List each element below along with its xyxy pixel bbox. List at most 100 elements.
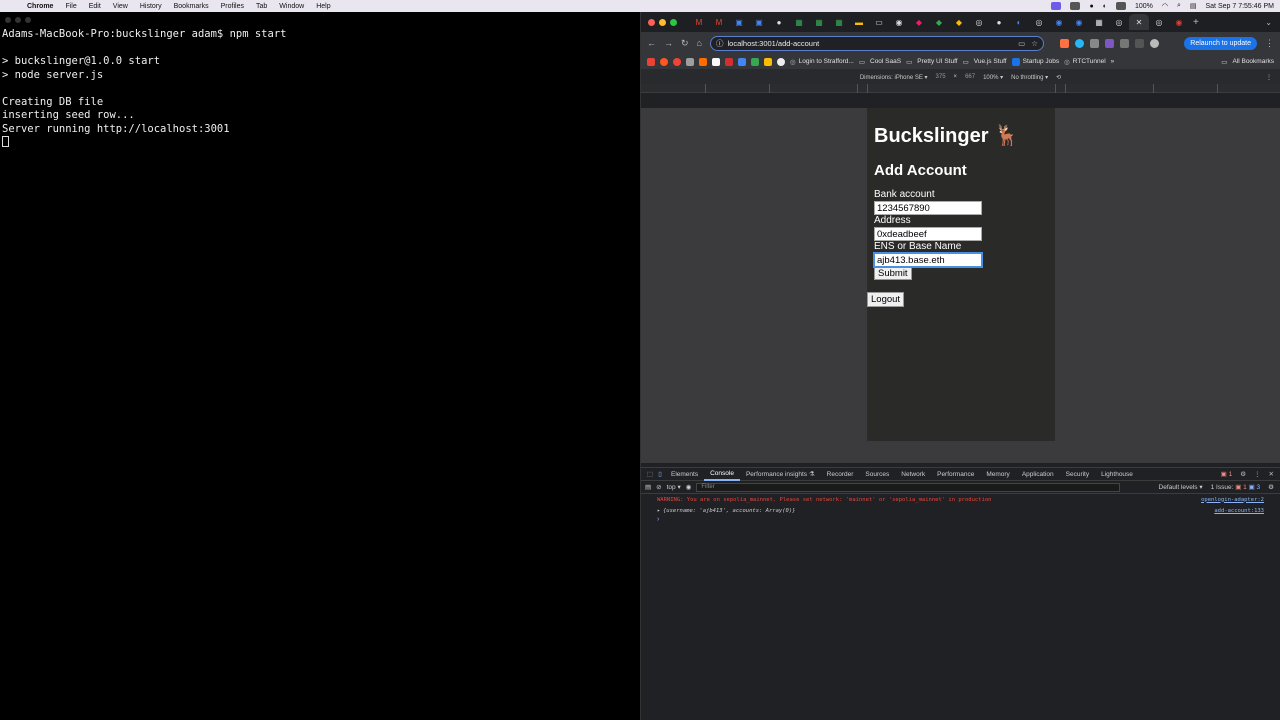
- tab-sources[interactable]: Sources: [859, 468, 895, 481]
- menu-tab[interactable]: Tab: [250, 3, 273, 10]
- site-info-icon[interactable]: ⓘ: [716, 38, 724, 49]
- wifi-icon[interactable]: ◠: [1162, 2, 1168, 10]
- chevron-down-icon[interactable]: ⌄: [1265, 18, 1280, 27]
- tab-sheets[interactable]: ▦: [789, 14, 809, 30]
- tab-calendar[interactable]: ▣: [729, 14, 749, 30]
- tab-generic[interactable]: ◐: [1009, 14, 1029, 30]
- extension-icon[interactable]: [1089, 38, 1099, 48]
- menu-bookmarks[interactable]: Bookmarks: [168, 3, 215, 10]
- tab-github[interactable]: ◎: [969, 14, 989, 30]
- tab-memory[interactable]: Memory: [980, 468, 1015, 481]
- puzzle-icon[interactable]: [1119, 38, 1129, 48]
- new-tab-button[interactable]: +: [1193, 17, 1199, 28]
- tab-gmail[interactable]: M: [689, 14, 709, 30]
- console-source-link[interactable]: add-account:133: [1214, 508, 1264, 514]
- device-height[interactable]: 667: [965, 74, 975, 80]
- bookmark-icon[interactable]: [686, 57, 694, 66]
- zoom-select[interactable]: 100% ▾: [983, 74, 1003, 81]
- zoom-icon[interactable]: [670, 18, 677, 26]
- tab-generic[interactable]: ◉: [889, 14, 909, 30]
- tab-lighthouse[interactable]: Lighthouse: [1095, 468, 1139, 481]
- menu-edit[interactable]: Edit: [83, 3, 107, 10]
- tab-active[interactable]: ✕: [1129, 14, 1149, 30]
- throttle-select[interactable]: No throttling ▾: [1011, 74, 1048, 81]
- tab-network[interactable]: Network: [895, 468, 931, 481]
- tab-generic[interactable]: ●: [989, 14, 1009, 30]
- logout-button[interactable]: Logout: [867, 292, 905, 307]
- media-query-ruler[interactable]: [641, 84, 1280, 93]
- more-icon[interactable]: ⋮: [1266, 74, 1272, 81]
- cast-icon[interactable]: [1134, 38, 1144, 48]
- menu-window[interactable]: Window: [273, 3, 310, 10]
- menu-profiles[interactable]: Profiles: [215, 3, 250, 10]
- tab-recorder[interactable]: Recorder: [821, 468, 860, 481]
- address-bar[interactable]: ⓘ localhost:3001/add-account ▭ ☆: [709, 35, 1044, 51]
- expand-triangle-icon[interactable]: ▸: [657, 508, 660, 514]
- device-select[interactable]: Dimensions: iPhone SE ▾: [860, 74, 928, 81]
- status-icon[interactable]: [1115, 2, 1126, 10]
- menu-help[interactable]: Help: [310, 3, 336, 10]
- tab-sheets[interactable]: ▦: [829, 14, 849, 30]
- tab-generic[interactable]: ◆: [929, 14, 949, 30]
- terminal-window[interactable]: Adams-MacBook-Pro:buckslinger adam$ npm …: [0, 12, 640, 720]
- bookmark-icon[interactable]: [699, 57, 707, 66]
- eye-icon[interactable]: ◉: [686, 483, 692, 491]
- close-icon[interactable]: [5, 17, 11, 23]
- control-center-icon[interactable]: ▤: [1190, 2, 1197, 10]
- all-bookmarks-button[interactable]: All Bookmarks: [1221, 58, 1274, 66]
- close-icon[interactable]: [648, 18, 655, 26]
- reload-icon[interactable]: ↻: [681, 38, 689, 49]
- console-source-link[interactable]: openlogin-adapter:2: [1201, 497, 1264, 503]
- tab-generic[interactable]: ◉: [1169, 14, 1189, 30]
- extension-icon[interactable]: [1059, 38, 1069, 48]
- console-filter-input[interactable]: Filter: [696, 482, 1121, 492]
- menu-view[interactable]: View: [107, 3, 134, 10]
- tab-console[interactable]: Console: [704, 468, 740, 481]
- bookmark-icon[interactable]: [673, 57, 681, 66]
- bookmark-icon[interactable]: [738, 57, 746, 66]
- status-icon[interactable]: [1070, 2, 1081, 10]
- bookmark-folder-pretty-ui[interactable]: Pretty UI Stuff: [906, 58, 957, 66]
- error-count-badge[interactable]: ▣ 1: [1221, 470, 1233, 478]
- tab-generic[interactable]: ◎: [1029, 14, 1049, 30]
- bookmark-startup-jobs[interactable]: Startup Jobs: [1011, 57, 1059, 66]
- context-select[interactable]: top ▾: [667, 483, 681, 491]
- tab-generic[interactable]: ◆: [949, 14, 969, 30]
- status-icon[interactable]: ●: [1089, 3, 1093, 10]
- menu-file[interactable]: File: [59, 3, 82, 10]
- bookmark-icon[interactable]: [660, 57, 668, 66]
- more-icon[interactable]: ⋮: [1254, 470, 1261, 478]
- tab-performance[interactable]: Performance: [931, 468, 980, 481]
- star-icon[interactable]: ☆: [1031, 39, 1038, 48]
- bookmark-folder-vuejs[interactable]: Vue.js Stuff: [963, 58, 1007, 66]
- home-icon[interactable]: ⌂: [697, 38, 702, 48]
- bookmark-icon[interactable]: [751, 57, 759, 66]
- address-input[interactable]: [874, 227, 982, 241]
- search-icon[interactable]: ⌕: [1177, 2, 1181, 10]
- close-icon[interactable]: ✕: [1269, 470, 1274, 478]
- bookmark-icon[interactable]: [764, 57, 772, 66]
- extension-icon[interactable]: [1074, 38, 1084, 48]
- tab-generic[interactable]: ●: [769, 14, 789, 30]
- bookmark-rtctunnel[interactable]: ◎ RTCTunnel: [1064, 58, 1106, 66]
- menu-history[interactable]: History: [134, 3, 168, 10]
- clear-console-icon[interactable]: ⊘: [656, 483, 661, 491]
- url-text[interactable]: localhost:3001/add-account: [727, 39, 819, 48]
- sidebar-toggle-icon[interactable]: ▤: [645, 483, 651, 491]
- ens-input[interactable]: [873, 252, 983, 268]
- zoom-icon[interactable]: [25, 17, 31, 23]
- bookmark-icon[interactable]: [725, 57, 733, 66]
- github-icon[interactable]: [777, 57, 785, 66]
- tab-performance-insights[interactable]: Performance insights ⚗: [740, 468, 821, 481]
- inspect-icon[interactable]: ⬚: [645, 470, 655, 478]
- tab-github[interactable]: ◎: [1109, 14, 1129, 30]
- more-icon[interactable]: ⋮: [1265, 38, 1274, 49]
- bookmark-folder-cool-saas[interactable]: Cool SaaS: [859, 58, 901, 66]
- tab-generic[interactable]: ◉: [1049, 14, 1069, 30]
- back-icon[interactable]: ←: [647, 38, 656, 48]
- tab-security[interactable]: Security: [1060, 468, 1095, 481]
- forward-icon[interactable]: →: [664, 38, 673, 48]
- tab-application[interactable]: Application: [1016, 468, 1060, 481]
- settings-gear-icon[interactable]: ⚙: [1240, 470, 1246, 478]
- bank-account-input[interactable]: [874, 201, 982, 215]
